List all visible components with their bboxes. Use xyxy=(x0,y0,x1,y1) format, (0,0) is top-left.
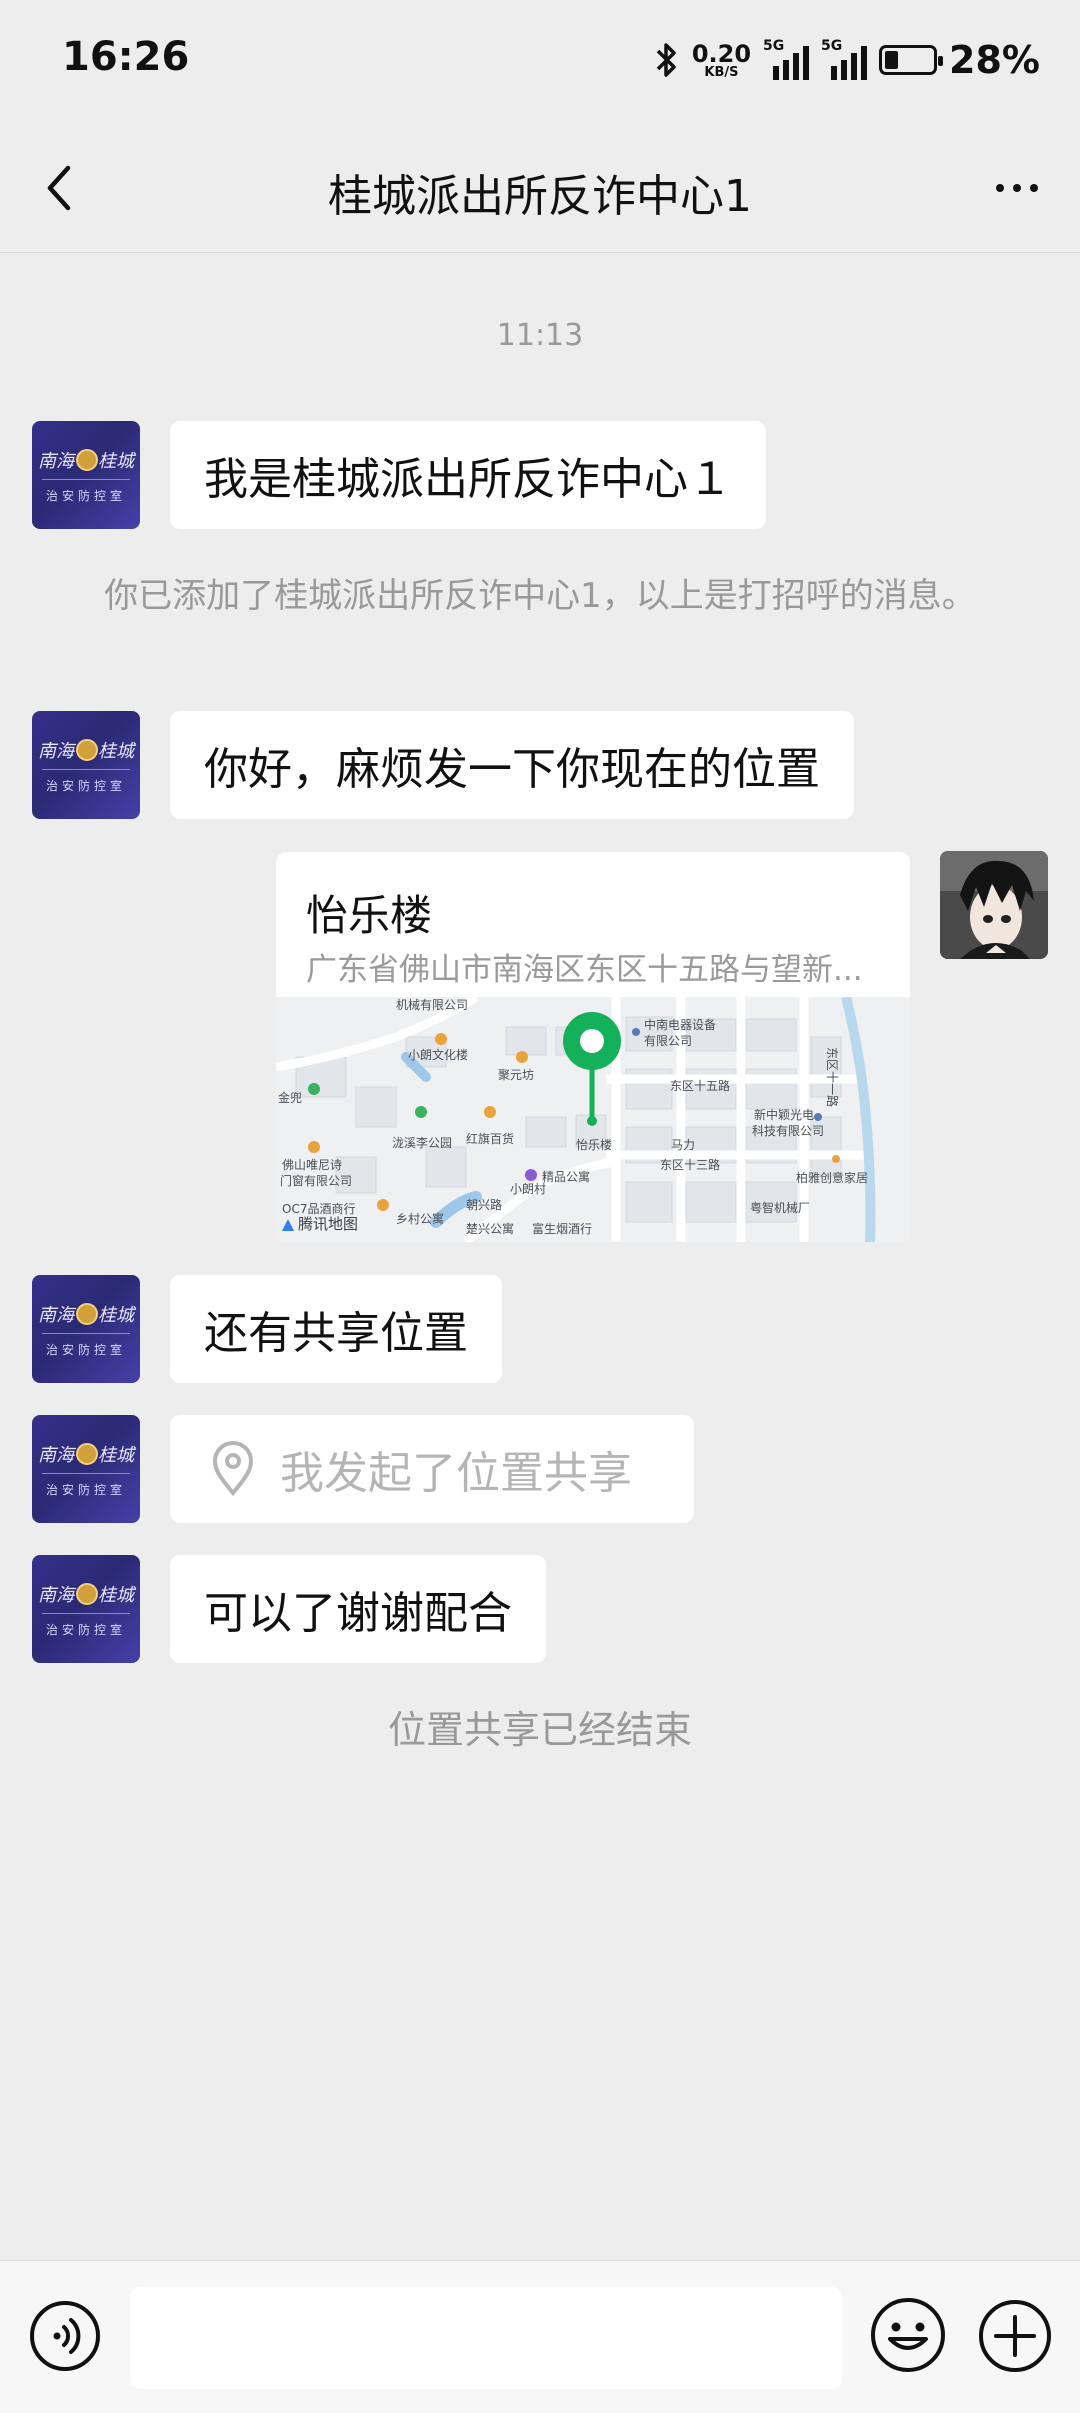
anime-avatar-icon xyxy=(940,851,1048,959)
system-message: 你已添加了桂城派出所反诈中心1，以上是打招呼的消息。 xyxy=(104,576,976,616)
svg-text:富生烟酒行: 富生烟酒行 xyxy=(532,1221,592,1236)
police-emblem-icon xyxy=(76,449,98,471)
location-share-text: 我发起了位置共享 xyxy=(280,1448,632,1499)
police-emblem-icon xyxy=(76,1303,98,1325)
message-bubble[interactable]: 你好，麻烦发一下你现在的位置 xyxy=(170,711,854,819)
status-time: 16:26 xyxy=(62,34,190,80)
svg-text:东区十五路: 东区十五路 xyxy=(670,1078,730,1093)
self-avatar[interactable] xyxy=(940,851,1048,959)
svg-text:小朗文化楼: 小朗文化楼 xyxy=(408,1047,468,1062)
svg-text:门窗有限公司: 门窗有限公司 xyxy=(280,1173,352,1188)
location-address: 广东省佛山市南海区东区十五路与望新... xyxy=(306,952,863,988)
location-message-card[interactable]: 怡乐楼 广东省佛山市南海区东区十五路与望新... 机械有限公司 中南电器设备 有… xyxy=(276,852,910,1242)
location-share-bubble[interactable]: 我发起了位置共享 xyxy=(170,1415,694,1523)
plus-button[interactable] xyxy=(976,2297,1054,2375)
contact-avatar[interactable]: 南海 桂城 治安防控室 xyxy=(32,1415,140,1523)
svg-text:机械有限公司: 机械有限公司 xyxy=(396,997,468,1012)
svg-text:腾讯地图: 腾讯地图 xyxy=(298,1215,358,1233)
system-message: 位置共享已经结束 xyxy=(387,1708,692,1752)
message-bubble[interactable]: 可以了谢谢配合 xyxy=(170,1555,546,1663)
status-icons: 0.20 KB/S 5G 5G 28% xyxy=(654,30,1040,90)
chat-header: 桂城派出所反诈中心1 xyxy=(0,120,1080,253)
plus-icon xyxy=(979,2300,1051,2372)
police-emblem-icon xyxy=(76,1443,98,1465)
svg-text:粤智机械厂: 粤智机械厂 xyxy=(750,1200,810,1215)
location-map: 机械有限公司 中南电器设备 有限公司 小朗文化楼 聚元坊 东区十五路 新中颖光电… xyxy=(276,997,910,1242)
location-name: 怡乐楼 xyxy=(306,891,433,940)
message-bubble[interactable]: 还有共享位置 xyxy=(170,1275,502,1383)
voice-icon xyxy=(30,2301,100,2371)
svg-text:聚元坊: 聚元坊 xyxy=(498,1067,534,1082)
contact-avatar[interactable]: 南海 桂城 治安防控室 xyxy=(32,711,140,819)
battery-percent: 28% xyxy=(949,38,1040,82)
network-speed: 0.20 KB/S xyxy=(691,39,752,80)
svg-text:佛山唯尼诗: 佛山唯尼诗 xyxy=(282,1158,342,1172)
signal-1-icon: 5G xyxy=(763,38,810,80)
svg-text:东区十一路: 东区十一路 xyxy=(825,1047,840,1107)
more-dots-icon xyxy=(996,184,1004,192)
svg-text:小朗村: 小朗村 xyxy=(510,1182,546,1196)
contact-avatar[interactable]: 南海 桂城 治安防控室 xyxy=(32,421,140,529)
voice-button[interactable] xyxy=(28,2299,102,2373)
svg-text:金兜: 金兜 xyxy=(278,1090,302,1105)
message-timestamp: 11:13 xyxy=(496,318,584,353)
contact-avatar[interactable]: 南海 桂城 治安防控室 xyxy=(32,1275,140,1383)
bluetooth-icon xyxy=(656,43,676,77)
emoji-button[interactable] xyxy=(868,2295,948,2375)
input-bar xyxy=(0,2260,1080,2413)
status-bar: 16:26 0.20 KB/S 5G 5G 28% xyxy=(0,0,1080,120)
svg-text:OC7品酒商行: OC7品酒商行 xyxy=(282,1201,355,1216)
battery-icon xyxy=(879,45,944,75)
svg-text:中南电器设备: 中南电器设备 xyxy=(644,1017,716,1032)
svg-text:朝兴路: 朝兴路 xyxy=(466,1197,502,1212)
svg-text:东区十三路: 东区十三路 xyxy=(660,1157,720,1172)
svg-text:泷溪李公园: 泷溪李公园 xyxy=(392,1135,452,1150)
police-emblem-icon xyxy=(76,1583,98,1605)
svg-text:新中颖光电: 新中颖光电 xyxy=(754,1107,814,1122)
svg-text:楚兴公寓: 楚兴公寓 xyxy=(466,1221,514,1236)
emoji-icon xyxy=(871,2298,945,2372)
svg-text:马力: 马力 xyxy=(671,1138,695,1152)
svg-text:乡村公寓: 乡村公寓 xyxy=(396,1211,444,1226)
svg-text:柏雅创意家居: 柏雅创意家居 xyxy=(796,1170,868,1185)
contact-avatar[interactable]: 南海 桂城 治安防控室 xyxy=(32,1555,140,1663)
signal-2-icon: 5G xyxy=(821,38,868,80)
svg-text:红旗百货: 红旗百货 xyxy=(466,1131,514,1146)
svg-text:精品公寓: 精品公寓 xyxy=(542,1169,590,1184)
police-emblem-icon xyxy=(76,739,98,761)
message-bubble[interactable]: 我是桂城派出所反诈中心１ xyxy=(170,421,766,529)
more-button[interactable] xyxy=(982,158,1052,218)
chat-title: 桂城派出所反诈中心1 xyxy=(328,171,752,222)
message-input[interactable] xyxy=(130,2287,842,2389)
svg-text:怡乐楼: 怡乐楼 xyxy=(576,1137,612,1152)
svg-text:科技有限公司: 科技有限公司 xyxy=(752,1124,824,1138)
location-pin-icon xyxy=(212,1441,254,1497)
svg-text:有限公司: 有限公司 xyxy=(644,1034,692,1048)
